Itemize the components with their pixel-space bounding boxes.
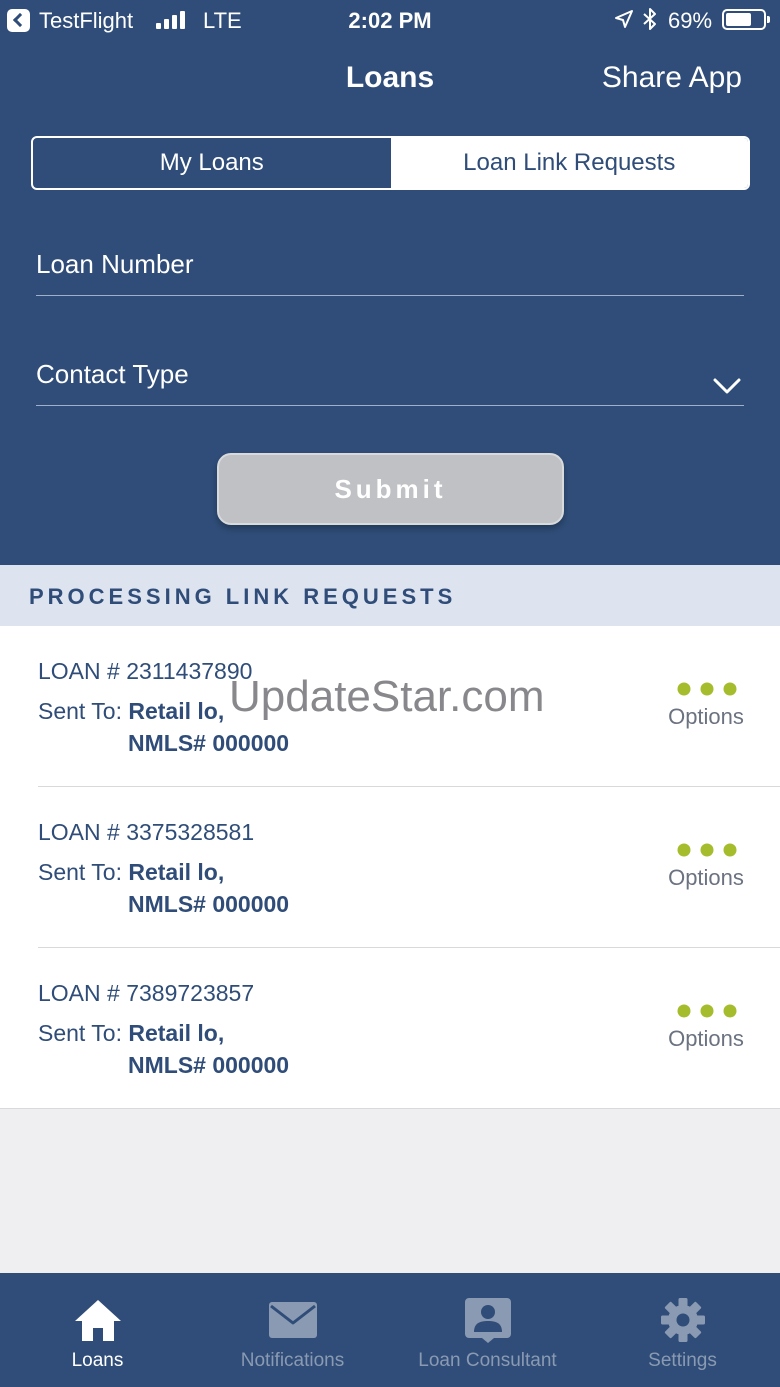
battery-fill — [726, 13, 751, 26]
tab-label: Loan Consultant — [418, 1350, 557, 1371]
tab-settings[interactable]: Settings — [585, 1273, 780, 1387]
sent-to-label: Sent To: — [38, 1020, 122, 1046]
tab-my-loans[interactable]: My Loans — [33, 138, 391, 188]
options-button[interactable]: Options — [664, 1000, 748, 1056]
submit-button[interactable]: Submit — [217, 453, 564, 525]
sent-to-line: Sent To: Retail lo, — [38, 698, 224, 725]
tab-label: Notifications — [240, 1350, 345, 1371]
sent-to-label: Sent To: — [38, 698, 122, 724]
options-label: Options — [668, 1026, 744, 1051]
list-item: LOAN # 7389723857 Sent To: Retail lo, NM… — [0, 948, 780, 1109]
options-button[interactable]: Options — [664, 839, 748, 895]
clock: 2:02 PM — [348, 8, 432, 33]
loan-number-field — [36, 222, 744, 296]
sent-to-line: Sent To: Retail lo, — [38, 859, 224, 886]
section-title: PROCESSING LINK REQUESTS — [29, 584, 457, 609]
tab-loan-link-requests[interactable]: Loan Link Requests — [390, 138, 748, 188]
status-bar: TestFlight LTE 2:02 PM 69% — [0, 0, 780, 42]
battery-icon — [722, 9, 770, 30]
more-dots-icon — [677, 1004, 737, 1018]
header: TestFlight LTE 2:02 PM 69% Loans Share A… — [0, 0, 780, 565]
location-icon — [615, 10, 633, 28]
sent-to-line: Sent To: Retail lo, — [38, 1020, 224, 1047]
chevron-down-icon — [713, 378, 741, 394]
share-app-button[interactable]: Share App — [602, 61, 742, 95]
recipient-name: Retail lo, — [128, 859, 225, 885]
list-item: LOAN # 2311437890 Sent To: Retail lo, NM… — [0, 626, 780, 787]
nmls-number: NMLS# 000000 — [128, 1052, 290, 1078]
nmls-number: NMLS# 000000 — [128, 891, 290, 917]
bluetooth-icon — [643, 8, 656, 30]
tab-loan-consultant[interactable]: Loan Consultant — [390, 1273, 585, 1387]
recipient-name: Retail lo, — [128, 1020, 225, 1046]
battery-percent: 69% — [668, 8, 713, 33]
options-label: Options — [668, 704, 744, 729]
loan-number-label: LOAN # 7389723857 — [38, 980, 255, 1006]
tab-label: Loans — [71, 1350, 124, 1371]
more-dots-icon — [677, 843, 737, 857]
loan-number-input[interactable] — [36, 239, 744, 289]
contact-type-value: Contact Type — [36, 359, 189, 389]
sent-to-label: Sent To: — [38, 859, 122, 885]
loan-number-label: LOAN # 3375328581 — [38, 819, 255, 845]
recipient-name: Retail lo, — [128, 698, 225, 724]
tab-notifications[interactable]: Notifications — [195, 1273, 390, 1387]
section-header: PROCESSING LINK REQUESTS — [0, 565, 780, 626]
nmls-number: NMLS# 000000 — [128, 730, 290, 756]
list-item: LOAN # 3375328581 Sent To: Retail lo, NM… — [0, 787, 780, 948]
contact-type-select[interactable]: Contact Type — [36, 332, 744, 406]
options-label: Options — [668, 865, 744, 890]
link-request-list: LOAN # 2311437890 Sent To: Retail lo, NM… — [0, 626, 780, 1109]
more-dots-icon — [677, 682, 737, 696]
segmented-control: My Loans Loan Link Requests — [31, 136, 750, 190]
loan-number-label: LOAN # 2311437890 — [38, 658, 253, 684]
envelope-icon — [269, 1302, 317, 1338]
tab-loans[interactable]: Loans — [0, 1273, 195, 1387]
gear-icon — [661, 1298, 705, 1342]
tab-bar: Loans Notifications Loan Consultant Sett… — [0, 1273, 780, 1387]
home-icon — [75, 1300, 121, 1341]
options-button[interactable]: Options — [664, 678, 748, 734]
tab-label: Settings — [648, 1350, 717, 1371]
person-badge-icon — [465, 1298, 511, 1343]
